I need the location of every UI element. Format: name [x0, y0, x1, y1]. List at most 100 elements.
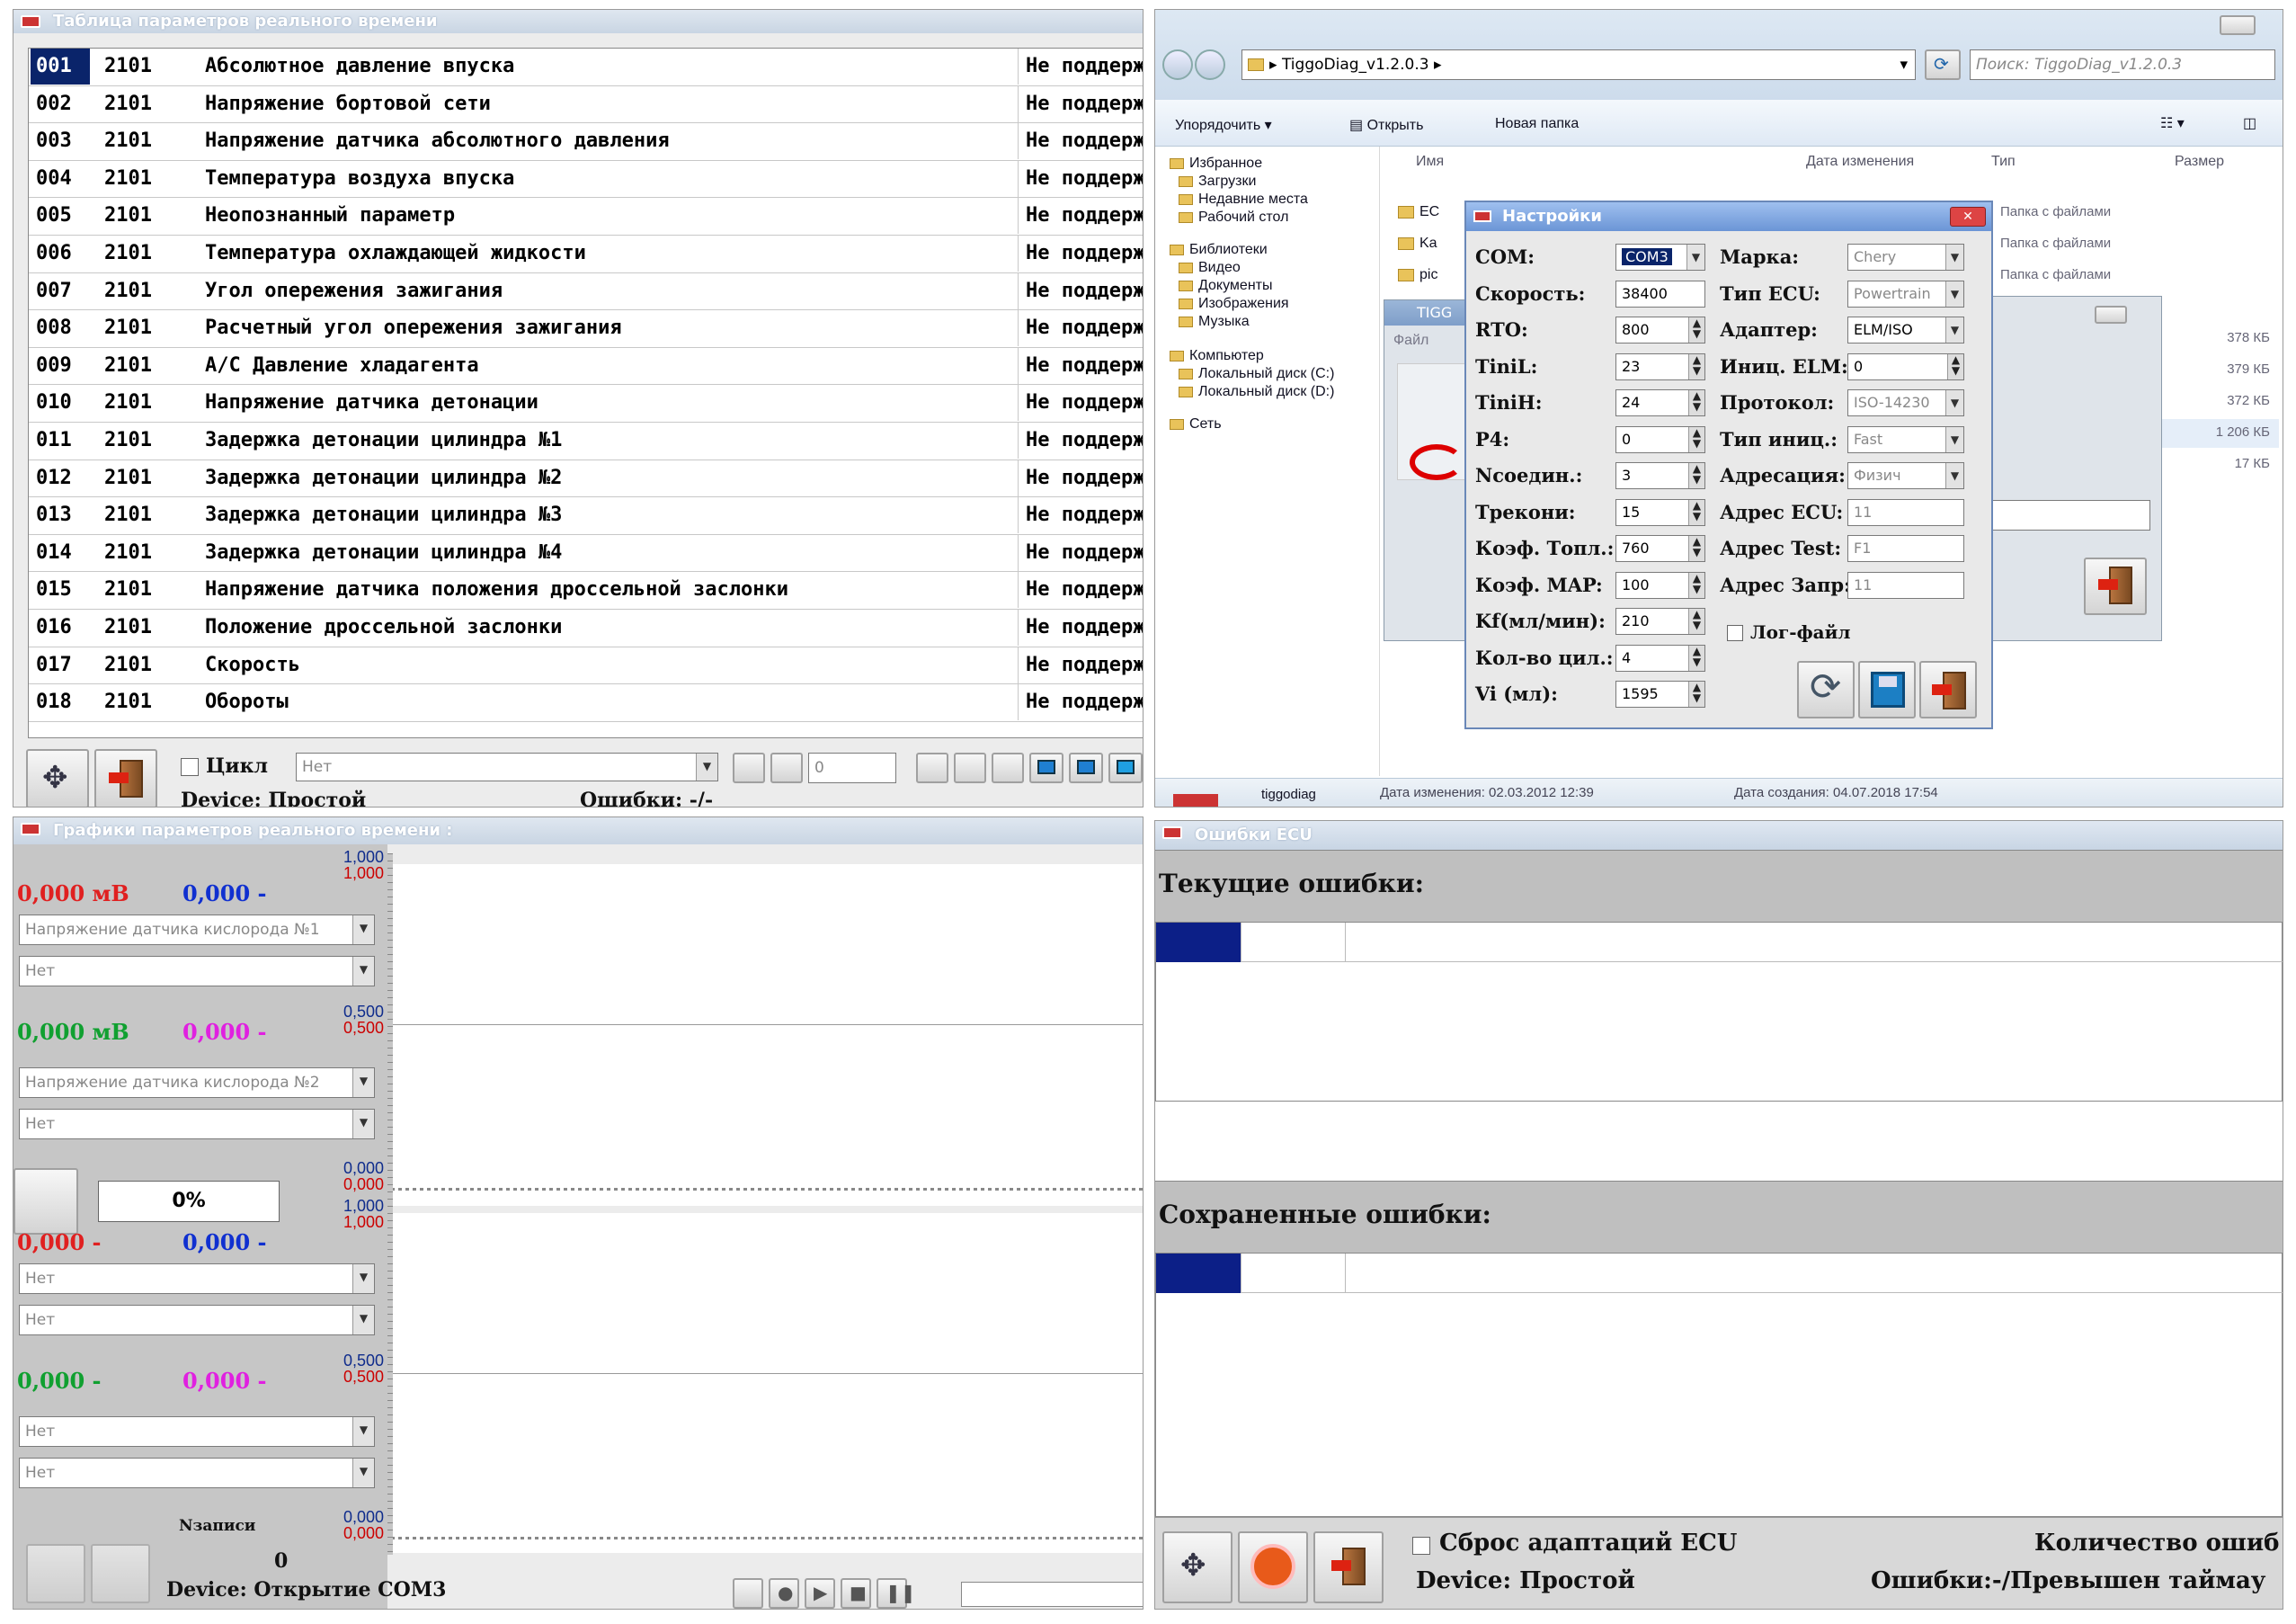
nav-item[interactable]: Библиотеки — [1170, 242, 1268, 258]
tool-button-1[interactable] — [733, 753, 765, 783]
playback-slider[interactable] — [961, 1582, 1143, 1607]
tool-button-3[interactable] — [916, 753, 948, 783]
reset-adaptation-checkbox[interactable] — [1412, 1537, 1430, 1555]
refresh-button[interactable]: ⟳ — [1925, 49, 1961, 80]
table-row[interactable]: 004 2101 Температура воздуха впуска Не подд… — [29, 160, 1143, 199]
back-button[interactable] — [1162, 49, 1193, 80]
param-combo[interactable]: Нет ▼ — [19, 1305, 375, 1335]
forward-button[interactable] — [1195, 49, 1225, 80]
graph-back-button[interactable] — [91, 1544, 150, 1603]
cycle-checkbox[interactable] — [181, 758, 199, 776]
table-row[interactable]: 014 2101 Задержка детонации цилиндра №4 Не … — [29, 534, 1143, 573]
window-restore-button[interactable] — [2220, 15, 2256, 35]
setting-field[interactable]: Физич ▼ — [1847, 462, 1964, 489]
close-button[interactable]: ✕ — [1950, 207, 1986, 227]
setting-field[interactable]: Fast ▼ — [1847, 425, 1964, 453]
settings-exit-button[interactable] — [1919, 661, 1977, 718]
table-row[interactable]: 002 2101 Напряжение бортовой сети Не поддер… — [29, 85, 1143, 124]
setting-field[interactable]: ELM/ISO ▼ — [1847, 317, 1964, 344]
exit-button[interactable] — [94, 749, 157, 807]
table-row[interactable]: 009 2101 A/C Давление хладагента Не поддерж — [29, 347, 1143, 386]
setting-field[interactable]: ISO-14230 ▼ — [1847, 389, 1964, 416]
errors-exit-button[interactable] — [1313, 1531, 1384, 1603]
setting-field[interactable]: 38400 — [1615, 280, 1705, 308]
setting-field[interactable]: 100 ▲ ▼ — [1615, 571, 1705, 599]
setting-field[interactable]: COM3 ▼ — [1615, 244, 1705, 271]
param-combo[interactable]: Нет ▼ — [19, 956, 375, 986]
nav-item[interactable]: Музыка — [1179, 314, 1250, 330]
bg-window-file-menu[interactable]: Файл — [1393, 333, 1428, 349]
table-row[interactable]: 012 2101 Задержка детонации цилиндра №2 Не … — [29, 460, 1143, 498]
errors-move-button[interactable]: ✥ — [1162, 1531, 1233, 1603]
table-row[interactable]: 017 2101 Скорость Не поддерж — [29, 647, 1143, 685]
param-combo[interactable]: Нет ▼ — [19, 1109, 375, 1139]
nav-item[interactable]: Локальный диск (D:) — [1179, 384, 1334, 400]
pause-button[interactable]: ❚❚ — [877, 1578, 916, 1609]
view-options-button[interactable]: ☷ ▾ — [2160, 114, 2185, 132]
graph-action-button[interactable] — [13, 1168, 78, 1235]
move-button[interactable]: ✥ — [26, 749, 89, 807]
setting-field[interactable]: Powertrain ▼ — [1847, 280, 1964, 308]
table-row[interactable]: 011 2101 Задержка детонации цилиндра №1 Не … — [29, 423, 1143, 460]
param-combo[interactable]: Нет ▼ — [19, 1458, 375, 1488]
table-row[interactable]: 006 2101 Температура охлаждающей жидкости Н… — [29, 236, 1143, 273]
table-row[interactable]: 015 2101 Напряжение датчика положения дрос… — [29, 572, 1143, 610]
col-type[interactable]: Тип — [1991, 154, 2016, 170]
save-button[interactable] — [1858, 661, 1916, 718]
bg-close-button[interactable] — [2095, 306, 2127, 324]
address-bar[interactable]: ▸ TiggoDiag_v1.2.0.3 ▸ ▾ — [1241, 49, 1916, 80]
param-combo[interactable]: Нет ▼ — [19, 1263, 375, 1294]
setting-field[interactable]: 11 — [1847, 571, 1964, 599]
table-row[interactable]: 016 2101 Положение дроссельной заслонки Не … — [29, 610, 1143, 647]
table-row[interactable]: 010 2101 Напряжение датчика детонации Не по… — [29, 385, 1143, 423]
current-errors-list[interactable] — [1155, 922, 2283, 1102]
graph-move-button[interactable] — [26, 1544, 85, 1603]
setting-field[interactable]: Chery ▼ — [1847, 244, 1964, 271]
nav-item[interactable]: Избранное — [1170, 156, 1262, 172]
log-file-checkbox[interactable] — [1727, 625, 1743, 641]
table-row[interactable]: 005 2101 Неопознанный параметр Не поддерж — [29, 198, 1143, 236]
setting-field[interactable]: 1595 ▲ ▼ — [1615, 681, 1705, 708]
nav-item[interactable]: Рабочий стол — [1179, 210, 1288, 226]
monitor-button-1[interactable] — [1029, 753, 1063, 783]
setting-field[interactable]: 0 ▲ ▼ — [1615, 425, 1705, 453]
cycle-combo[interactable]: Нет ▼ — [296, 753, 718, 781]
preview-pane-button[interactable]: ◫ — [2243, 114, 2256, 132]
setting-field[interactable]: 15 ▲ ▼ — [1615, 498, 1705, 526]
tool-button-2[interactable] — [770, 753, 803, 783]
col-name[interactable]: Имя — [1416, 154, 1444, 170]
clear-errors-button[interactable] — [1238, 1531, 1308, 1603]
setting-field[interactable]: 4 ▲ ▼ — [1615, 644, 1705, 672]
table-row[interactable]: 007 2101 Угол опережения зажигания Не подде… — [29, 272, 1143, 311]
nav-item[interactable]: Недавние места — [1179, 192, 1308, 208]
setting-field[interactable]: 3 ▲ ▼ — [1615, 462, 1705, 489]
table-row[interactable]: 013 2101 Задержка детонации цилиндра №3 Не … — [29, 497, 1143, 535]
setting-field[interactable]: F1 — [1847, 535, 1964, 562]
organize-button[interactable]: Упорядочить ▾ — [1175, 116, 1272, 134]
setting-field[interactable]: 24 ▲ ▼ — [1615, 389, 1705, 416]
record-button[interactable]: ● — [769, 1578, 799, 1609]
tool-button-4[interactable] — [954, 753, 986, 783]
setting-field[interactable]: 23 ▲ ▼ — [1615, 352, 1705, 380]
nav-item[interactable]: Изображения — [1179, 296, 1289, 312]
nav-item[interactable]: Загрузки — [1179, 174, 1256, 190]
saved-errors-list[interactable] — [1155, 1253, 2283, 1517]
col-size[interactable]: Размер — [2175, 154, 2224, 170]
param-combo[interactable]: Напряжение датчика кислорода №1 ▼ — [19, 915, 375, 945]
open-button[interactable]: ▤ Открыть — [1349, 116, 1423, 134]
play-button[interactable]: ▶ — [805, 1578, 835, 1609]
play-control-1[interactable] — [733, 1578, 763, 1609]
stop-button[interactable]: ■ — [841, 1578, 871, 1609]
table-row[interactable]: 018 2101 Обороты Не поддерж — [29, 684, 1143, 722]
nav-item[interactable]: Документы — [1179, 278, 1272, 294]
table-row[interactable]: 003 2101 Напряжение датчика абсолютного да… — [29, 123, 1143, 161]
nav-item[interactable]: Компьютер — [1170, 348, 1264, 364]
setting-field[interactable]: 760 ▲ ▼ — [1615, 535, 1705, 562]
reset-button[interactable]: ⟳ — [1797, 661, 1855, 718]
nav-item[interactable]: Локальный диск (C:) — [1179, 366, 1334, 382]
setting-field[interactable]: 11 — [1847, 498, 1964, 526]
col-date[interactable]: Дата изменения — [1806, 154, 1914, 170]
setting-field[interactable]: 0 ▲ ▼ — [1847, 352, 1964, 380]
setting-field[interactable]: 800 ▲ ▼ — [1615, 317, 1705, 344]
tool-button-5[interactable] — [992, 753, 1024, 783]
